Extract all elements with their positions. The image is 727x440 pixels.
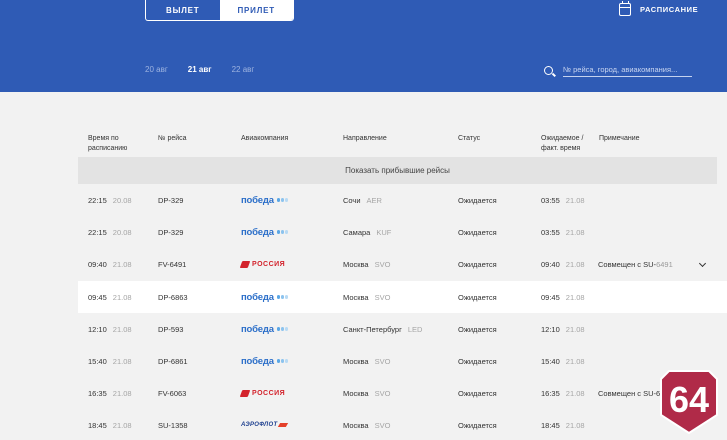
flight-note: Совмещен с SU-6 [598,388,661,398]
pobeda-dots-icon [276,230,289,234]
col-status: Статус [458,135,481,142]
airline: АЭРОФЛОТ [241,409,289,440]
flight-status: Ожидается [458,292,497,302]
table-row[interactable]: 15:40 21.08 DP-6861 победа Москва SVO Ожид… [78,345,727,377]
arrival-tab[interactable]: ПРИЛЕТ [219,0,293,20]
badge-text: 64 [669,379,709,420]
flight-status: Ожидается [458,388,497,398]
schedule-link[interactable]: РАСПИСАНИЕ [619,1,699,16]
expected-time: 18:45 21.08 [541,420,585,430]
scheduled-time: 09:45 21.08 [88,292,132,302]
scheduled-time: 18:45 21.08 [88,420,132,430]
table-row[interactable]: 09:45 21.08 DP-6863 победа Москва SVO Ожид… [78,281,727,313]
col-expected-time: Ожидаемое / факт. время [541,135,584,152]
flight-number: DP-329 [158,227,184,237]
expected-time: 15:40 21.08 [541,356,585,366]
scheduled-time: 12:10 21.08 [88,324,132,334]
destination: Самара KUF [343,227,392,237]
flight-status: Ожидается [458,356,497,366]
calendar-icon [619,1,631,16]
search-input[interactable] [563,63,692,77]
col-airline: Авиакомпания [241,135,289,142]
table-row[interactable]: 16:35 21.08 FV-6063 РОССИЯ Москва SVO Ожид… [78,377,727,409]
pobeda-dots-icon [276,198,289,202]
pobeda-logo: победа [241,227,289,238]
flight-status: Ожидается [458,227,497,237]
scheduled-time: 15:40 21.08 [88,356,132,366]
col-note: Примечание [599,135,640,142]
date-current[interactable]: 21 авг [188,65,212,74]
date-selector: 20 авг 21 авг 22 авг [145,65,274,74]
header: ВЫЛЕТ ПРИЛЕТ РАСПИСАНИЕ 20 авг 21 авг 22… [0,0,727,92]
flight-status: Ожидается [458,420,497,430]
airline: победа [241,345,289,377]
table-row[interactable]: 18:45 21.08 SU-1358 АЭРОФЛОТ Москва SVO Ож… [78,409,727,440]
airline: победа [241,216,289,248]
departure-tab[interactable]: ВЫЛЕТ [146,0,220,20]
flight-number: FV-6491 [158,259,187,269]
search-icon[interactable] [544,65,553,75]
schedule-label: РАСПИСАНИЕ [640,5,699,14]
airline: РОССИЯ [239,248,285,280]
destination: Москва SVO [343,388,391,398]
rossiya-mark-icon [239,389,251,397]
date-prev[interactable]: 20 авг [145,65,168,74]
airline: победа [241,184,289,216]
col-scheduled-time: Время по расписанию [88,135,128,152]
table-row[interactable]: 22:15 20.08 DP-329 победа Сочи AER Ожидает… [78,184,727,216]
direction-toggle: ВЫЛЕТ ПРИЛЕТ [145,0,294,21]
pobeda-logo: победа [241,356,289,367]
flight-status: Ожидается [458,324,497,334]
flight-note: Совмещен с SU- 6491 [598,259,673,269]
pobeda-logo: победа [241,324,289,335]
flight-number: DP-6863 [158,292,188,302]
expected-time: 03:55 21.08 [541,227,585,237]
flight-number: DP-593 [158,324,184,334]
destination: Санкт-Петербург LED [343,324,423,334]
flight-status: Ожидается [458,195,497,205]
airline: РОССИЯ [239,377,285,409]
airline: победа [241,313,289,345]
col-flight: № рейса [158,135,187,142]
show-arrived-button[interactable]: Показать прибывшие рейсы [78,157,717,184]
flight-status: Ожидается [458,259,497,269]
scheduled-time: 22:15 20.08 [88,227,132,237]
airline: победа [241,281,289,313]
expected-time: 09:40 21.08 [541,259,585,269]
rossiya-logo: РОССИЯ [239,389,285,397]
chevron-down-icon[interactable] [698,259,707,268]
pobeda-logo: победа [241,292,289,303]
flight-number: FV-6063 [158,388,187,398]
col-destination: Направление [343,135,387,142]
search-box [544,63,692,77]
region-64-badge: 64 [660,370,718,435]
pobeda-dots-icon [276,327,289,331]
rossiya-mark-icon [239,260,251,268]
table-row[interactable]: 22:15 20.08 DP-329 победа Самара KUF Ожида… [78,216,727,248]
expected-time: 16:35 21.08 [541,388,585,398]
aeroflot-wing-icon [278,423,289,427]
expected-time: 09:45 21.08 [541,292,585,302]
destination: Москва SVO [343,420,391,430]
expected-time: 12:10 21.08 [541,324,585,334]
destination: Москва SVO [343,292,391,302]
destination: Москва SVO [343,259,391,269]
destination: Москва SVO [343,356,391,366]
table-row[interactable]: 09:40 21.08 FV-6491 РОССИЯ Москва SVO Ожид… [78,248,727,280]
rossiya-logo: РОССИЯ [239,260,285,268]
scheduled-time: 22:15 20.08 [88,195,132,205]
scheduled-time: 09:40 21.08 [88,259,132,269]
pobeda-dots-icon [276,295,289,299]
aeroflot-logo: АЭРОФЛОТ [241,422,289,428]
date-next[interactable]: 22 авг [232,65,255,74]
pobeda-logo: победа [241,195,289,206]
expected-time: 03:55 21.08 [541,195,585,205]
flight-number: DP-329 [158,195,184,205]
flight-number: DP-6861 [158,356,188,366]
table-row[interactable]: 12:10 21.08 DP-593 победа Санкт-Петербург… [78,313,727,345]
pobeda-dots-icon [276,359,289,363]
destination: Сочи AER [343,195,382,205]
flight-number: SU-1358 [158,420,188,430]
scheduled-time: 16:35 21.08 [88,388,132,398]
